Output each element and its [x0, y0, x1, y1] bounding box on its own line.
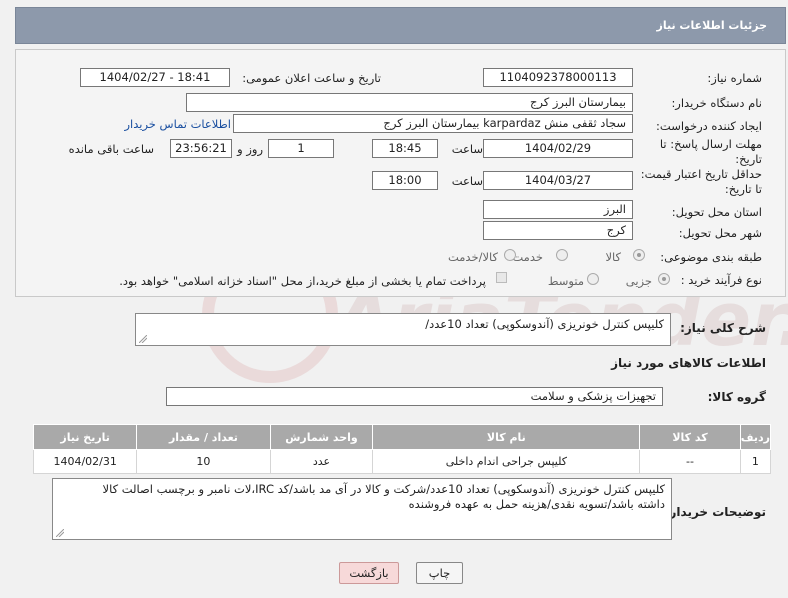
process-option-medium: متوسط — [547, 274, 584, 288]
validity-label-1: حداقل تاریخ اعتبار قیمت: — [640, 167, 762, 181]
remaining-days-field: 1 — [268, 139, 334, 158]
col-header-unit: واحد شمارش — [269, 424, 374, 450]
creator-label: ایجاد کننده درخواست: — [656, 119, 762, 133]
cell-unit: عدد — [269, 449, 374, 474]
process-radio-medium[interactable] — [587, 273, 599, 285]
need-number-field: 1104092378000113 — [483, 68, 633, 87]
creator-field: سجاد ثقفی منش karpardaz بیمارستان البرز … — [233, 114, 633, 133]
item-group-field: تجهیزات پزشکی و سلامت — [166, 387, 663, 406]
col-header-code: کد کالا — [639, 424, 741, 450]
need-number-label: شماره نیاز: — [707, 71, 762, 85]
validity-date-field: 1404/03/27 — [483, 171, 633, 190]
category-radio-service[interactable] — [556, 249, 568, 261]
category-label: طبقه بندی موضوعی: — [660, 250, 762, 264]
buyer-contact-link[interactable]: اطلاعات تماس خریدار — [124, 117, 231, 131]
page-header: جزئیات اطلاعات نیاز — [15, 7, 786, 44]
buyer-notes-label: توضیحات خریدار: — [664, 505, 766, 519]
deadline-time-label: ساعت — [451, 142, 483, 156]
print-button[interactable]: چاپ — [416, 562, 463, 584]
category-option-goods: کالا — [605, 250, 621, 264]
items-table-header: ردیف کد کالا نام کالا واحد شمارش تعداد /… — [32, 424, 772, 450]
remaining-time-label: ساعت باقی مانده — [68, 142, 154, 156]
col-header-name: نام کالا — [372, 424, 641, 450]
buyer-notes-field: کلیپس کنترل خونریزی (آندوسکوپی) تعداد 10… — [52, 478, 672, 540]
announce-date-label: تاریخ و ساعت اعلان عمومی: — [242, 71, 381, 85]
days-label: روز و — [237, 142, 263, 156]
province-field: البرز — [483, 200, 633, 219]
col-header-row: ردیف — [739, 424, 772, 450]
description-field: کلیپس کنترل خونریزی (آندوسکوپی) تعداد 10… — [135, 313, 671, 346]
item-group-label: گروه کالا: — [707, 390, 766, 404]
validity-time-label: ساعت — [451, 174, 483, 188]
cell-row: 1 — [739, 449, 772, 474]
buyer-notes-line-2: داشته باشد/تسویه نقدی/هزینه حمل به عهده … — [408, 497, 665, 511]
description-text: کلیپس کنترل خونریزی (آندوسکوپی) تعداد 10… — [425, 317, 664, 331]
category-option-goods-service: کالا/خدمت — [447, 250, 498, 264]
description-label: شرح کلی نیاز: — [680, 321, 766, 335]
deadline-label-1: مهلت ارسال پاسخ: تا — [659, 137, 762, 151]
cell-quantity: 10 — [136, 449, 271, 474]
process-option-minor: جزیی — [625, 274, 652, 288]
resize-handle-icon[interactable] — [139, 335, 147, 343]
back-button[interactable]: بازگشت — [339, 562, 399, 584]
validity-label-2: تا تاریخ: — [724, 182, 762, 196]
category-radio-goods[interactable] — [633, 249, 645, 261]
remaining-time-field: 23:56:21 — [170, 139, 232, 158]
buyer-org-label: نام دستگاه خریدار: — [671, 96, 762, 110]
treasury-payment-checkbox[interactable] — [496, 272, 507, 283]
deadline-date-field: 1404/02/29 — [483, 139, 633, 158]
cell-name: کلیپس جراحی اندام داخلی — [372, 449, 641, 474]
category-option-service: خدمت — [512, 250, 543, 264]
validity-time-field: 18:00 — [372, 171, 438, 190]
page-title: جزئیات اطلاعات نیاز — [656, 19, 768, 32]
deadline-label-2: تاریخ: — [735, 152, 762, 166]
items-table: ردیف کد کالا نام کالا واحد شمارش تعداد /… — [32, 424, 772, 474]
cell-need-date: 1404/02/31 — [32, 449, 138, 474]
city-label: شهر محل تحویل: — [678, 226, 762, 240]
cell-code: -- — [639, 449, 741, 474]
col-header-need-date: تاریخ نیاز — [32, 424, 138, 450]
province-label: استان محل تحویل: — [671, 205, 762, 219]
treasury-payment-note: پرداخت تمام یا بخشی از مبلغ خرید،از محل … — [119, 274, 486, 288]
deadline-time-field: 18:45 — [372, 139, 438, 158]
buyer-org-field: بیمارستان البرز کرج — [186, 93, 633, 112]
table-row: 1 -- کلیپس جراحی اندام داخلی عدد 10 1404… — [32, 449, 772, 474]
process-label: نوع فرآیند خرید : — [680, 273, 762, 287]
col-header-quantity: تعداد / مقدار — [136, 424, 271, 450]
category-radio-goods-service[interactable] — [504, 249, 516, 261]
announce-date-field: 1404/02/27 - 18:41 — [80, 68, 230, 87]
buyer-notes-line-1: کلیپس کنترل خونریزی (آندوسکوپی) تعداد 10… — [102, 482, 665, 496]
items-section-title: اطلاعات کالاهای مورد نیاز — [611, 356, 766, 370]
city-field: کرج — [483, 221, 633, 240]
process-radio-minor[interactable] — [658, 273, 670, 285]
resize-handle-icon[interactable] — [56, 529, 64, 537]
